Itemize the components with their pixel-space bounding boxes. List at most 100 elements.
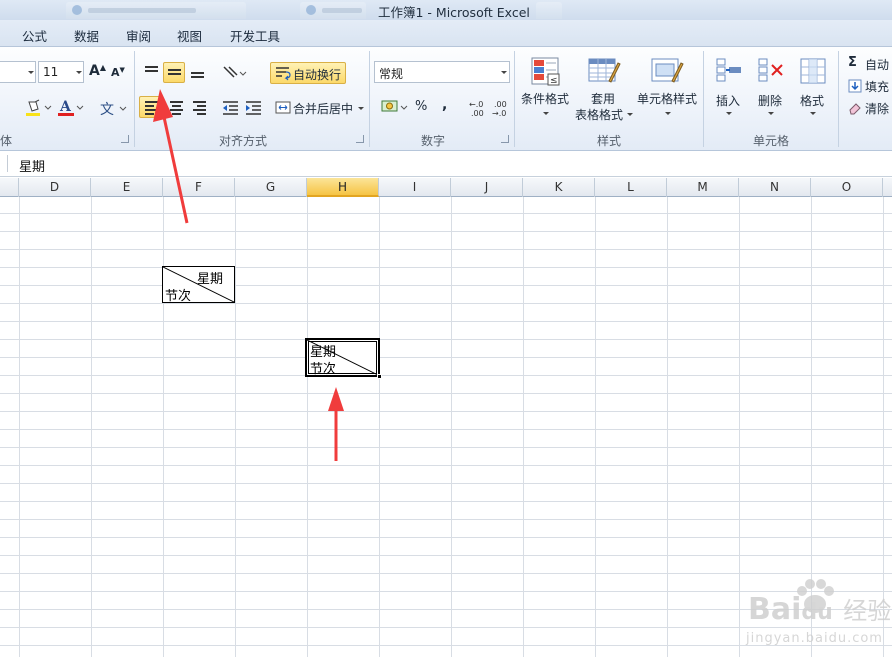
top-align-button[interactable] xyxy=(140,62,162,82)
column-headers: D E F G H I J K L M N O xyxy=(0,178,892,197)
orientation-button[interactable] xyxy=(219,62,247,82)
column-header-l[interactable]: L xyxy=(595,178,667,197)
diagonal-header-cell-f[interactable]: 星期 节次 xyxy=(162,266,235,304)
shrink-font-icon[interactable]: A▼ xyxy=(111,66,125,79)
insert-label: 插入 xyxy=(716,94,741,108)
column-header-o[interactable]: O xyxy=(811,178,883,197)
svg-text:→.0: →.0 xyxy=(492,109,506,118)
watermark-url: jingyan.baidu.com xyxy=(746,631,883,646)
number-format-select[interactable]: 常规 xyxy=(374,61,510,83)
format-cells-icon xyxy=(800,58,826,84)
fill-color-button[interactable] xyxy=(22,97,52,117)
font-dialog-launcher[interactable] xyxy=(121,135,129,143)
column-header-partial[interactable] xyxy=(883,178,892,197)
clear-button[interactable]: 清除 xyxy=(845,97,892,117)
column-header-g[interactable]: G xyxy=(235,178,307,197)
number-format-value: 常规 xyxy=(379,67,404,81)
background-window-tab[interactable] xyxy=(536,2,562,19)
annotation-arrow-up-icon xyxy=(328,387,344,461)
sigma-icon: Σ xyxy=(848,55,857,70)
worksheet-grid[interactable]: 星期 节次 星期 节次 xyxy=(0,89,892,657)
decrease-decimal-button[interactable]: .00 →.0 xyxy=(490,96,512,118)
title-bar: 工作簿1 - Microsoft Excel xyxy=(0,0,892,20)
grow-font-icon[interactable]: A▲ xyxy=(89,63,106,79)
fill-handle[interactable] xyxy=(377,374,382,379)
increase-decimal-icon: ←.0 .00 xyxy=(469,100,484,118)
column-header-m[interactable]: M xyxy=(667,178,739,197)
wrap-text-button[interactable]: 自动换行 xyxy=(270,62,346,84)
number-dialog-launcher[interactable] xyxy=(501,135,509,143)
insert-cells-button[interactable]: 插入 xyxy=(708,53,748,125)
wrap-text-icon xyxy=(276,67,291,81)
conditional-formatting-button[interactable]: ≤ 条件格式 xyxy=(518,53,572,125)
cell-f-bottom-text: 节次 xyxy=(165,289,192,304)
percent-style-button[interactable]: % xyxy=(415,99,427,114)
top-align-icon xyxy=(145,66,158,74)
chevron-down-icon xyxy=(76,71,82,74)
column-header-partial[interactable] xyxy=(0,178,19,197)
selected-cell-h[interactable]: 星期 节次 xyxy=(305,338,382,379)
comma-style-button[interactable]: , xyxy=(442,97,447,113)
formula-bar[interactable]: 星期 xyxy=(0,151,892,177)
column-header-k[interactable]: K xyxy=(523,178,595,197)
tab-review[interactable]: 审阅 xyxy=(126,26,151,45)
merge-cells-icon xyxy=(275,101,291,114)
insert-cells-icon xyxy=(716,58,741,82)
increase-indent-icon xyxy=(246,101,261,115)
bottom-align-button[interactable] xyxy=(186,62,208,82)
chevron-down-icon xyxy=(627,113,633,116)
font-size-field[interactable]: 11 xyxy=(38,61,84,83)
phonetic-guide-button[interactable]: 文 xyxy=(96,96,128,118)
fill-bucket-icon xyxy=(26,99,52,116)
alignment-dialog-launcher[interactable] xyxy=(356,135,364,143)
gridlines xyxy=(0,197,892,657)
delete-cells-button[interactable]: 删除 xyxy=(750,53,790,125)
tab-developer[interactable]: 开发工具 xyxy=(230,26,280,45)
format-as-table-label-1: 套用 xyxy=(591,92,616,106)
window-title: 工作簿1 - Microsoft Excel xyxy=(378,5,530,20)
formula-bar-divider xyxy=(7,155,8,172)
formula-bar-value[interactable]: 星期 xyxy=(19,156,45,175)
decrease-indent-button[interactable] xyxy=(219,96,241,118)
column-header-i[interactable]: I xyxy=(379,178,451,197)
group-divider xyxy=(838,51,839,147)
tab-data[interactable]: 数据 xyxy=(74,26,99,45)
chevron-down-icon xyxy=(543,112,549,115)
middle-align-icon xyxy=(168,69,181,77)
fill-label: 填充 xyxy=(865,80,890,94)
format-as-table-button[interactable]: 套用 表格格式 xyxy=(572,53,634,125)
svg-text:≤: ≤ xyxy=(550,76,558,86)
autosum-button[interactable]: Σ 自动 xyxy=(845,53,892,73)
column-header-h[interactable]: H xyxy=(307,178,379,197)
delete-label: 删除 xyxy=(758,94,783,108)
column-header-n[interactable]: N xyxy=(739,178,811,197)
middle-align-button[interactable] xyxy=(163,62,185,83)
currency-button[interactable] xyxy=(378,96,408,118)
svg-text:←.0: ←.0 xyxy=(469,100,483,109)
cell-styles-icon xyxy=(651,58,684,83)
autosum-label: 自动 xyxy=(865,58,890,72)
fill-down-icon xyxy=(848,79,862,93)
increase-indent-button[interactable] xyxy=(242,96,264,118)
table-format-icon xyxy=(588,58,621,83)
font-group-label: 体 xyxy=(0,134,13,148)
format-cells-button[interactable]: 格式 xyxy=(792,53,832,125)
watermark-brand: Bai xyxy=(748,592,802,627)
background-window-tab[interactable] xyxy=(66,2,246,19)
styles-group-label: 样式 xyxy=(597,134,622,148)
phonetic-icon: 文 xyxy=(100,102,127,118)
fill-button[interactable]: 填充 xyxy=(845,75,892,95)
increase-decimal-button[interactable]: ←.0 .00 xyxy=(466,96,488,118)
merge-center-button[interactable]: 合并后居中 xyxy=(272,96,366,118)
group-divider xyxy=(134,51,135,147)
tab-view[interactable]: 视图 xyxy=(177,26,202,45)
column-header-d[interactable]: D xyxy=(19,178,91,197)
background-window-tab[interactable] xyxy=(300,2,366,19)
tab-formulas[interactable]: 公式 xyxy=(22,26,47,45)
font-color-button[interactable]: A xyxy=(56,97,84,117)
column-header-j[interactable]: J xyxy=(451,178,523,197)
chevron-down-icon[interactable] xyxy=(28,71,34,74)
format-label: 格式 xyxy=(800,94,825,108)
decrease-indent-icon xyxy=(223,101,238,115)
cell-styles-button[interactable]: 单元格样式 xyxy=(634,53,700,125)
